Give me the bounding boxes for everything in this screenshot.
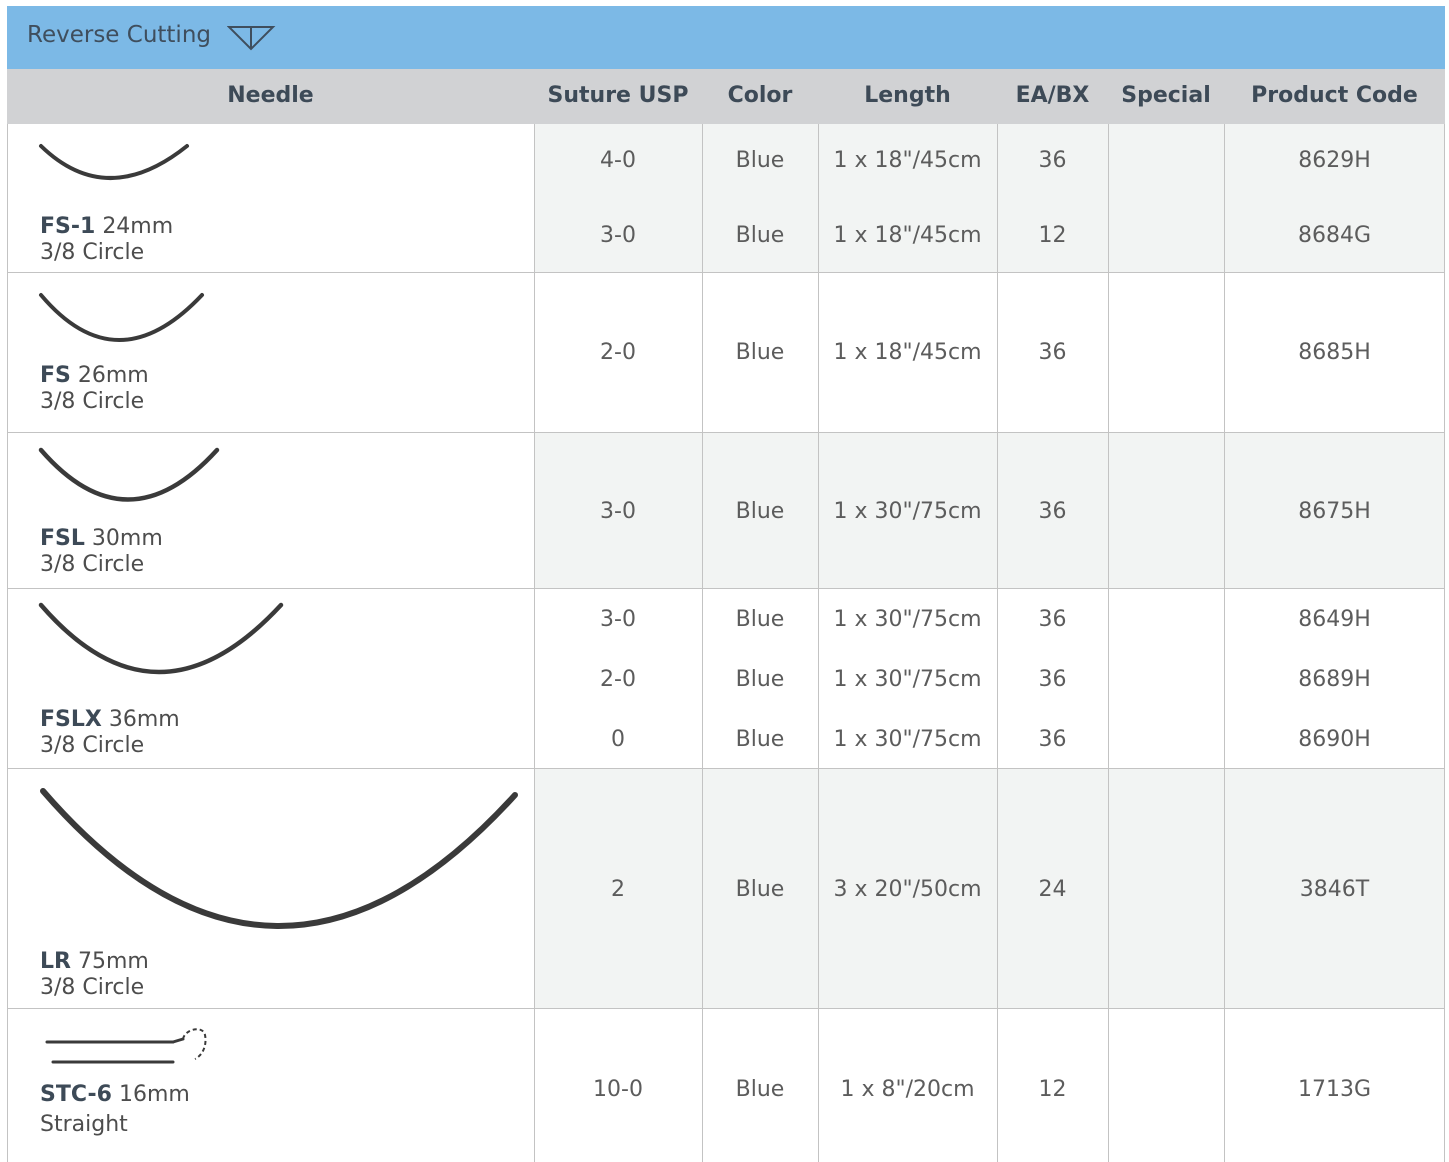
cell-product-code: 8685H <box>1298 340 1371 365</box>
cell-product-code: 3846T <box>1299 877 1370 902</box>
cell-ea-bx: 12 <box>1038 1077 1067 1102</box>
table-row: 2 Blue 3 x 20"/50cm 24 3846T <box>7 875 1445 905</box>
table-row: 3-0 Blue 1 x 30"/75cm 36 8675H <box>7 497 1445 527</box>
cell-usp: 3-0 <box>600 499 636 524</box>
needle-code: FSL <box>40 526 85 551</box>
needle-label: FS 26mm 3/8 Circle <box>40 363 149 415</box>
cell-color: Blue <box>735 148 785 173</box>
needle-shape: Straight <box>40 1112 128 1137</box>
cell-ea-bx: 36 <box>1038 607 1067 632</box>
cell-product-code: 8649H <box>1298 607 1371 632</box>
column-header-length: Length <box>864 83 951 108</box>
cell-usp: 0 <box>611 727 625 752</box>
cell-color: Blue <box>735 607 785 632</box>
column-header-suture-usp: Suture USP <box>547 83 689 108</box>
table-row: 4-0 Blue 1 x 18"/45cm 36 8629H <box>7 146 1445 176</box>
cell-color: Blue <box>735 667 785 692</box>
cell-usp: 2-0 <box>600 340 636 365</box>
reverse-cutting-triangle-icon <box>227 26 276 51</box>
cell-ea-bx: 36 <box>1038 340 1067 365</box>
cell-length: 1 x 30"/75cm <box>833 727 982 752</box>
cell-length: 1 x 30"/75cm <box>833 499 982 524</box>
needle-label: LR 75mm 3/8 Circle <box>40 949 149 1001</box>
cell-color: Blue <box>735 499 785 524</box>
cell-ea-bx: 12 <box>1038 223 1067 248</box>
needle-group-fslx: FSLX 36mm 3/8 Circle 3-0 Blue 1 x 30"/75… <box>7 589 1445 769</box>
cell-length: 1 x 18"/45cm <box>833 340 982 365</box>
needle-label: FSL 30mm 3/8 Circle <box>40 526 163 578</box>
cell-color: Blue <box>735 877 785 902</box>
cell-usp: 3-0 <box>600 223 636 248</box>
cell-product-code: 1713G <box>1297 1077 1372 1102</box>
cell-product-code: 8689H <box>1298 667 1371 692</box>
cell-usp: 2 <box>611 877 625 902</box>
cell-ea-bx: 36 <box>1038 727 1067 752</box>
needle-group-lr: LR 75mm 3/8 Circle 2 Blue 3 x 20"/50cm 2… <box>7 769 1445 1009</box>
cell-ea-bx: 36 <box>1038 667 1067 692</box>
needle-group-stc-6: STC-6 16mm Straight 10-0 Blue 1 x 8"/20c… <box>7 1009 1445 1162</box>
needle-shape: 3/8 Circle <box>40 389 145 414</box>
cell-product-code: 8629H <box>1298 148 1371 173</box>
column-header-needle: Needle <box>227 83 314 108</box>
column-header-color: Color <box>727 83 793 108</box>
cell-usp: 2-0 <box>600 667 636 692</box>
cell-length: 1 x 18"/45cm <box>833 223 982 248</box>
needle-group-fs: FS 26mm 3/8 Circle 2-0 Blue 1 x 18"/45cm… <box>7 273 1445 433</box>
cell-color: Blue <box>735 727 785 752</box>
section-title-bar: Reverse Cutting <box>7 6 1445 69</box>
section-title: Reverse Cutting <box>27 22 211 48</box>
cell-color: Blue <box>735 223 785 248</box>
cell-usp: 10-0 <box>593 1077 643 1102</box>
cell-usp: 4-0 <box>600 148 636 173</box>
needle-code: LR <box>40 949 71 974</box>
needle-shape: 3/8 Circle <box>40 975 145 1000</box>
needle-size: 30mm <box>91 526 163 551</box>
cell-length: 1 x 8"/20cm <box>840 1077 975 1102</box>
cell-product-code: 8690H <box>1298 727 1371 752</box>
cell-color: Blue <box>735 1077 785 1102</box>
table-row: 3-0 Blue 1 x 18"/45cm 12 8684G <box>7 221 1445 251</box>
cell-length: 1 x 30"/75cm <box>833 667 982 692</box>
column-header-product-code: Product Code <box>1251 83 1418 108</box>
needle-size: 75mm <box>77 949 149 974</box>
table-row: 0 Blue 1 x 30"/75cm 36 8690H <box>7 725 1445 755</box>
column-header-ea-bx: EA/BX <box>1015 83 1090 108</box>
column-header-special: Special <box>1121 83 1211 108</box>
table-row: 10-0 Blue 1 x 8"/20cm 12 1713G <box>7 1075 1445 1105</box>
cell-length: 1 x 30"/75cm <box>833 607 982 632</box>
table-row: 2-0 Blue 1 x 30"/75cm 36 8689H <box>7 665 1445 695</box>
cell-product-code: 8675H <box>1298 499 1371 524</box>
needle-shape: 3/8 Circle <box>40 552 145 577</box>
cell-product-code: 8684G <box>1297 223 1372 248</box>
cell-length: 1 x 18"/45cm <box>833 148 982 173</box>
needle-group-fs-1: FS-1 24mm 3/8 Circle 4-0 Blue 1 x 18"/45… <box>7 124 1445 273</box>
cell-ea-bx: 24 <box>1038 877 1067 902</box>
cell-ea-bx: 36 <box>1038 499 1067 524</box>
cell-usp: 3-0 <box>600 607 636 632</box>
cell-ea-bx: 36 <box>1038 148 1067 173</box>
table-row: 3-0 Blue 1 x 30"/75cm 36 8649H <box>7 605 1445 635</box>
cell-color: Blue <box>735 340 785 365</box>
table-header: Needle Suture USP Color Length EA/BX Spe… <box>7 69 1445 124</box>
needle-group-fsl: FSL 30mm 3/8 Circle 3-0 Blue 1 x 30"/75c… <box>7 433 1445 589</box>
cell-length: 3 x 20"/50cm <box>833 877 982 902</box>
table-row: 2-0 Blue 1 x 18"/45cm 36 8685H <box>7 338 1445 368</box>
